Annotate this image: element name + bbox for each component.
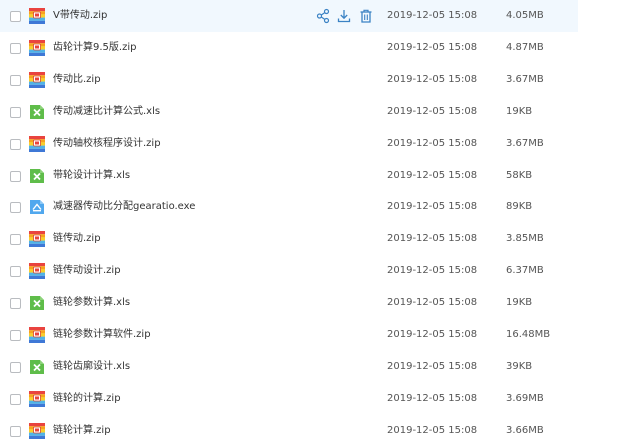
file-row[interactable]: 减速器传动比分配gearatio.exe 2019-12-05 15:08 89KB [0,191,578,223]
row-checkbox[interactable] [10,361,21,373]
file-name[interactable]: 传动减速比计算公式.xls [53,105,313,119]
file-date: 2019-12-05 15:08 [387,169,478,181]
file-list: V带传动.zip 2019-12-05 15:08 4.05MB 齿轮计算9.5版.z… [0,0,640,441]
file-name[interactable]: 减速器传动比分配gearatio.exe [53,200,313,214]
file-size: 3.85MB [506,233,544,245]
row-checkbox[interactable] [10,74,21,86]
file-size: 3.69MB [506,392,544,404]
file-row[interactable]: 齿轮计算9.5版.zip 2019-12-05 15:08 4.87MB [0,32,578,64]
file-date: 2019-12-05 15:08 [387,233,478,245]
file-date: 2019-12-05 15:08 [387,201,478,213]
row-checkbox[interactable] [10,298,21,310]
zip-icon [29,263,45,280]
file-name[interactable]: 带轮设计计算.xls [53,169,313,183]
file-size: 19KB [506,297,533,309]
zip-icon [29,135,45,152]
zip-icon [29,71,45,88]
file-date: 2019-12-05 15:08 [387,137,478,149]
file-date: 2019-12-05 15:08 [387,265,478,277]
file-name[interactable]: V带传动.zip [53,9,313,23]
file-date: 2019-12-05 15:08 [387,360,478,372]
excel-icon [29,359,45,375]
exe-icon [29,199,45,215]
row-checkbox[interactable] [10,202,21,214]
zip-icon [29,39,45,56]
file-name[interactable]: 齿轮计算9.5版.zip [53,41,313,55]
zip-icon [29,422,45,439]
row-checkbox[interactable] [10,138,21,150]
file-size: 6.37MB [506,265,544,277]
file-row[interactable]: 传动比.zip 2019-12-05 15:08 3.67MB [0,64,578,96]
excel-icon [29,168,45,184]
file-row[interactable]: 链轮参数计算.xls 2019-12-05 15:08 19KB [0,287,578,319]
file-row[interactable]: 链轮齿廓设计.xls 2019-12-05 15:08 39KB [0,351,578,383]
file-size: 4.05MB [506,10,544,21]
file-name[interactable]: 链轮参数计算.xls [53,296,313,310]
row-checkbox[interactable] [10,106,21,118]
file-size: 3.67MB [506,137,544,149]
zip-icon [29,327,45,343]
file-date: 2019-12-05 15:08 [387,297,478,309]
file-size: 58KB [506,169,533,181]
file-size: 3.66MB [506,424,544,436]
delete-icon[interactable] [359,8,373,24]
file-name[interactable]: 链轮参数计算软件.zip [53,328,313,342]
file-name[interactable]: 链轮齿廓设计.xls [53,360,313,374]
file-date: 2019-12-05 15:08 [387,41,478,53]
excel-icon [29,295,45,311]
file-row[interactable]: 链轮参数计算软件.zip 2019-12-05 15:08 16.48MB [0,319,578,351]
file-date: 2019-12-05 15:08 [387,10,478,21]
file-row[interactable]: 传动减速比计算公式.xls 2019-12-05 15:08 19KB [0,96,578,128]
file-size: 39KB [506,360,533,372]
file-row[interactable]: 链传动设计.zip 2019-12-05 15:08 6.37MB [0,255,578,287]
file-date: 2019-12-05 15:08 [387,73,478,85]
file-name[interactable]: 链轮的计算.zip [53,392,313,406]
file-name[interactable]: 传动比.zip [53,73,313,87]
file-row[interactable]: 传动轴校核程序设计.zip 2019-12-05 15:08 3.67MB [0,128,578,160]
row-checkbox[interactable] [10,42,21,54]
row-checkbox[interactable] [10,170,21,182]
row-checkbox[interactable] [10,393,21,405]
zip-icon [29,390,45,407]
file-row[interactable]: 带轮设计计算.xls 2019-12-05 15:08 58KB [0,160,578,192]
file-date: 2019-12-05 15:08 [387,424,478,436]
file-date: 2019-12-05 15:08 [387,329,478,340]
file-row[interactable]: 链轮的计算.zip 2019-12-05 15:08 3.69MB [0,383,578,415]
file-name[interactable]: 链传动.zip [53,232,313,246]
file-name[interactable]: 传动轴校核程序设计.zip [53,137,313,151]
download-icon[interactable] [337,8,351,24]
row-checkbox[interactable] [10,425,21,437]
file-size: 89KB [506,201,533,213]
file-size: 16.48MB [506,329,551,340]
file-row[interactable]: 链传动.zip 2019-12-05 15:08 3.85MB [0,223,578,255]
file-row[interactable]: 链轮计算.zip 2019-12-05 15:08 3.66MB [0,415,578,447]
zip-icon [29,231,45,248]
file-name[interactable]: 链传动设计.zip [53,264,313,278]
file-name[interactable]: 链轮计算.zip [53,424,313,438]
file-size: 19KB [506,105,533,117]
row-checkbox[interactable] [10,234,21,246]
file-date: 2019-12-05 15:08 [387,392,478,404]
row-checkbox[interactable] [10,266,21,278]
share-icon[interactable] [316,8,330,24]
excel-icon [29,104,45,120]
file-size: 3.67MB [506,73,544,85]
row-checkbox[interactable] [10,330,21,341]
file-row[interactable]: V带传动.zip 2019-12-05 15:08 4.05MB [0,0,578,32]
file-size: 4.87MB [506,41,544,53]
row-checkbox[interactable] [10,11,21,22]
row-actions [316,8,376,24]
zip-icon [29,8,45,24]
file-date: 2019-12-05 15:08 [387,105,478,117]
